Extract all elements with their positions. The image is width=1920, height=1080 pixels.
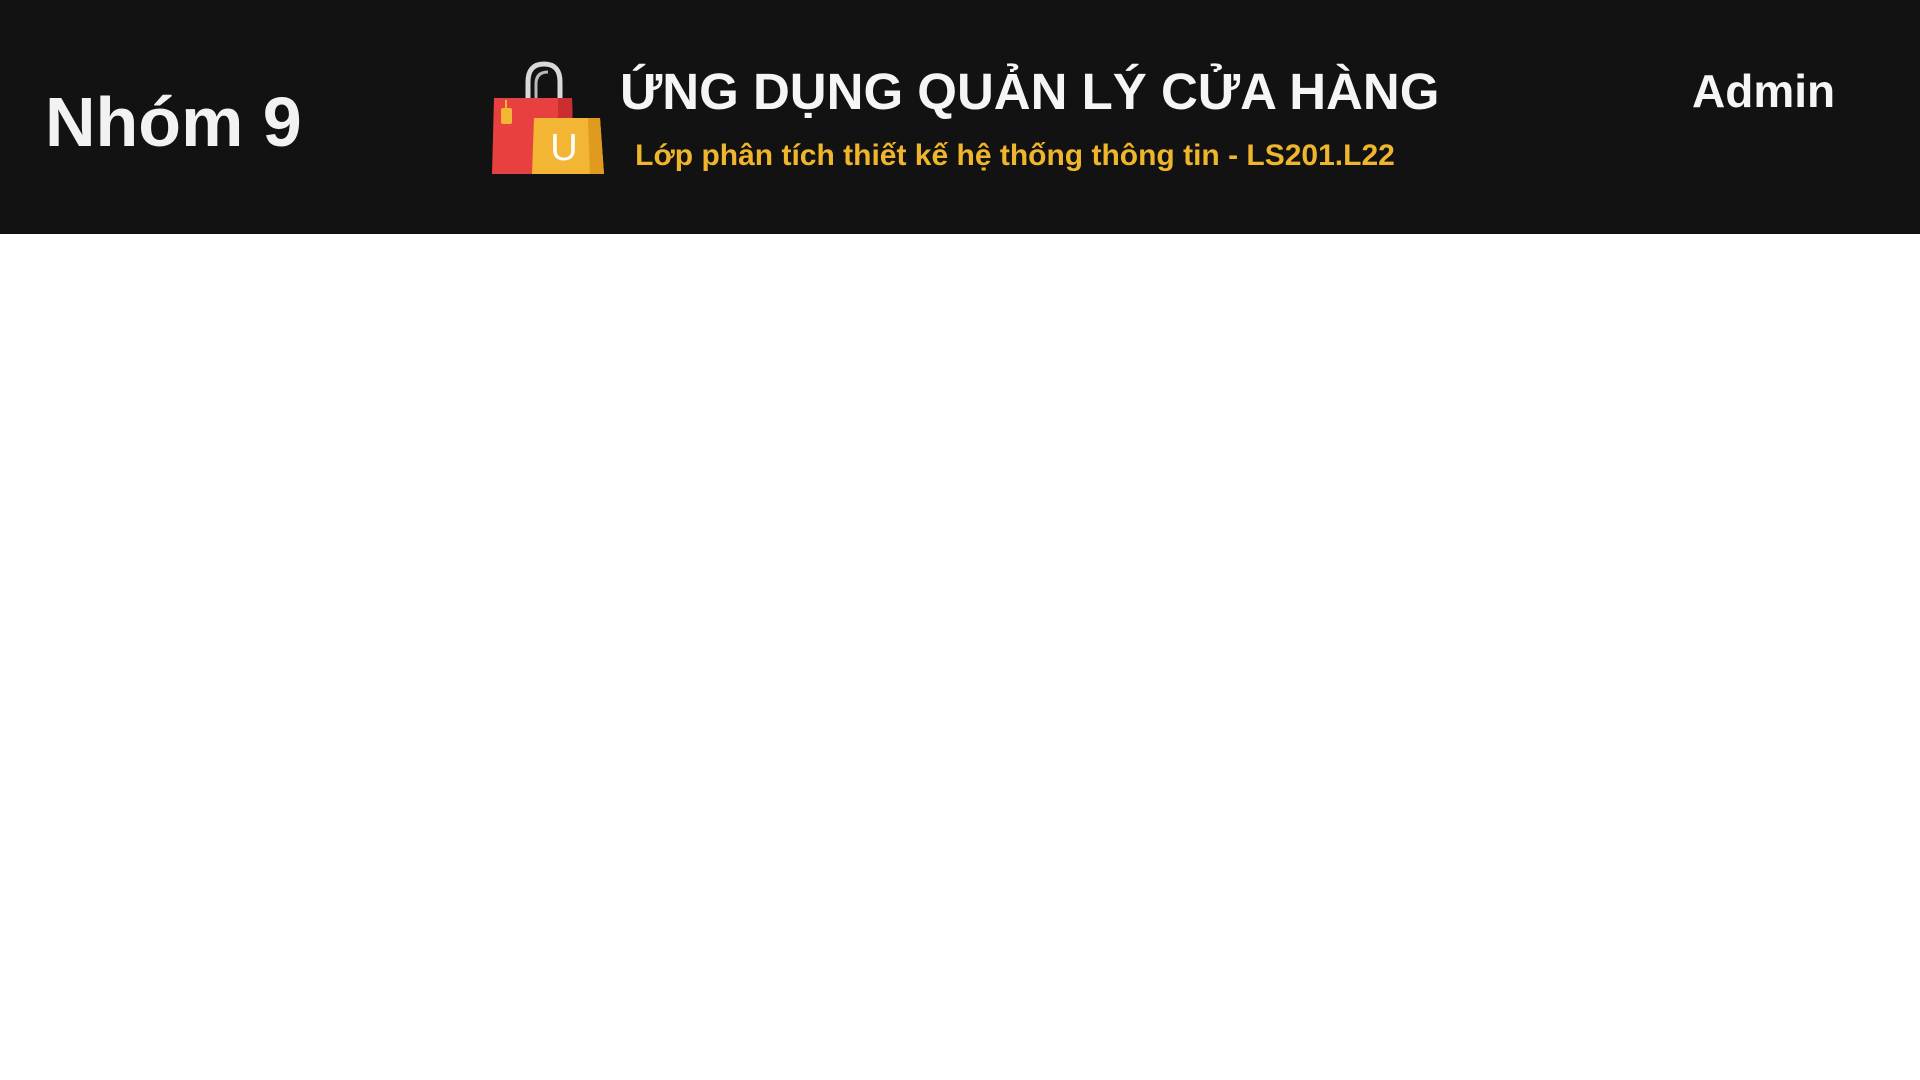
app-title: ỨNG DỤNG QUẢN LÝ CỬA HÀNG [620, 63, 1440, 120]
title-block: ỨNG DỤNG QUẢN LÝ CỬA HÀNG Lớp phân tích … [620, 60, 1440, 174]
user-account-button[interactable]: Admin [1692, 62, 1835, 120]
logo-letter: U [550, 127, 577, 169]
app-header: Nhóm 9 U ỨNG DỤNG QUẢN LÝ CỬA HÀNG Lớp p… [0, 0, 1920, 234]
main-content-area [0, 234, 1920, 1080]
group-name: Nhóm 9 [45, 83, 302, 161]
shopping-bags-icon: U [492, 61, 604, 174]
app-subtitle: Lớp phân tích thiết kế hệ thống thông ti… [635, 139, 1395, 172]
